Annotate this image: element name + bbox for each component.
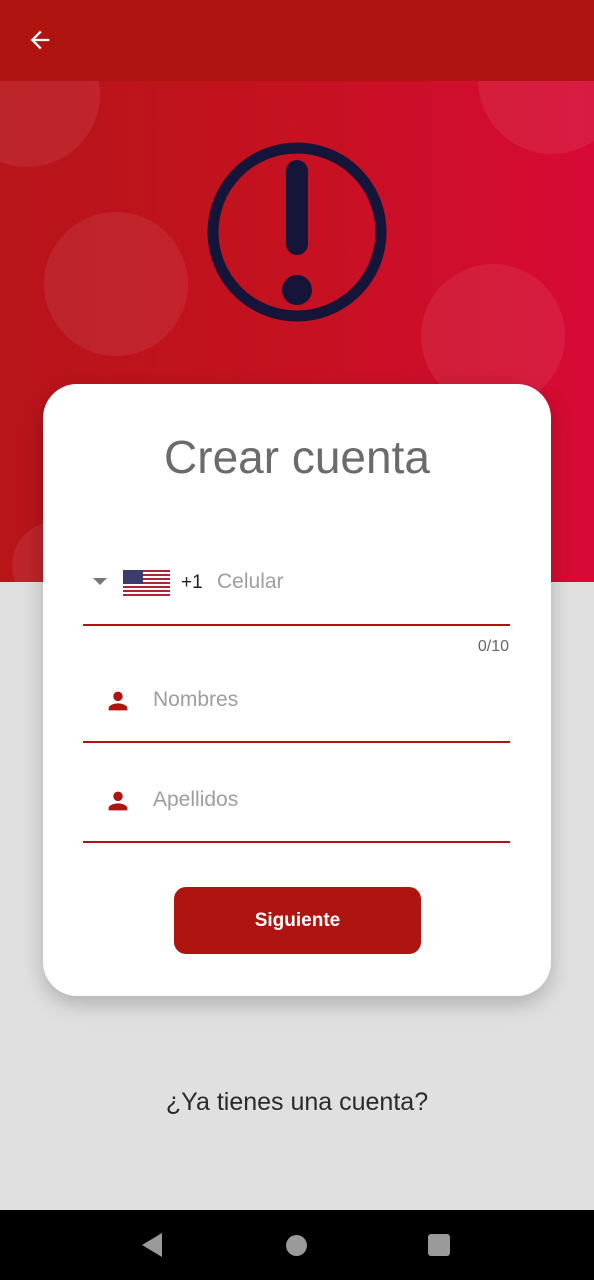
last-name-input[interactable]: Apellidos <box>153 788 238 812</box>
first-name-input[interactable]: Nombres <box>153 688 238 712</box>
exclamation-circle-icon <box>207 142 387 322</box>
decor-bubble <box>44 212 188 356</box>
back-button[interactable] <box>20 22 60 58</box>
person-icon <box>108 691 128 711</box>
decor-bubble <box>478 81 594 154</box>
nav-back-icon[interactable] <box>142 1233 162 1257</box>
first-name-underline <box>83 741 510 743</box>
arrow-left-icon <box>30 30 50 50</box>
phone-char-counter: 0/10 <box>477 638 509 655</box>
decor-bubble <box>0 81 100 167</box>
nav-home-icon[interactable] <box>286 1235 307 1256</box>
app-bar <box>0 0 594 81</box>
page-title: Crear cuenta <box>164 431 430 483</box>
dial-code: +1 <box>181 572 203 593</box>
person-icon <box>108 791 128 811</box>
login-link[interactable]: ¿Ya tienes una cuenta? <box>0 1088 594 1117</box>
phone-input[interactable]: Celular <box>217 570 284 594</box>
nav-recents-icon[interactable] <box>428 1234 450 1256</box>
phone-underline <box>83 624 510 626</box>
country-dropdown-icon[interactable] <box>93 578 107 585</box>
next-button[interactable]: Siguiente <box>174 887 421 954</box>
us-flag-icon[interactable] <box>123 570 170 596</box>
last-name-underline <box>83 841 510 843</box>
